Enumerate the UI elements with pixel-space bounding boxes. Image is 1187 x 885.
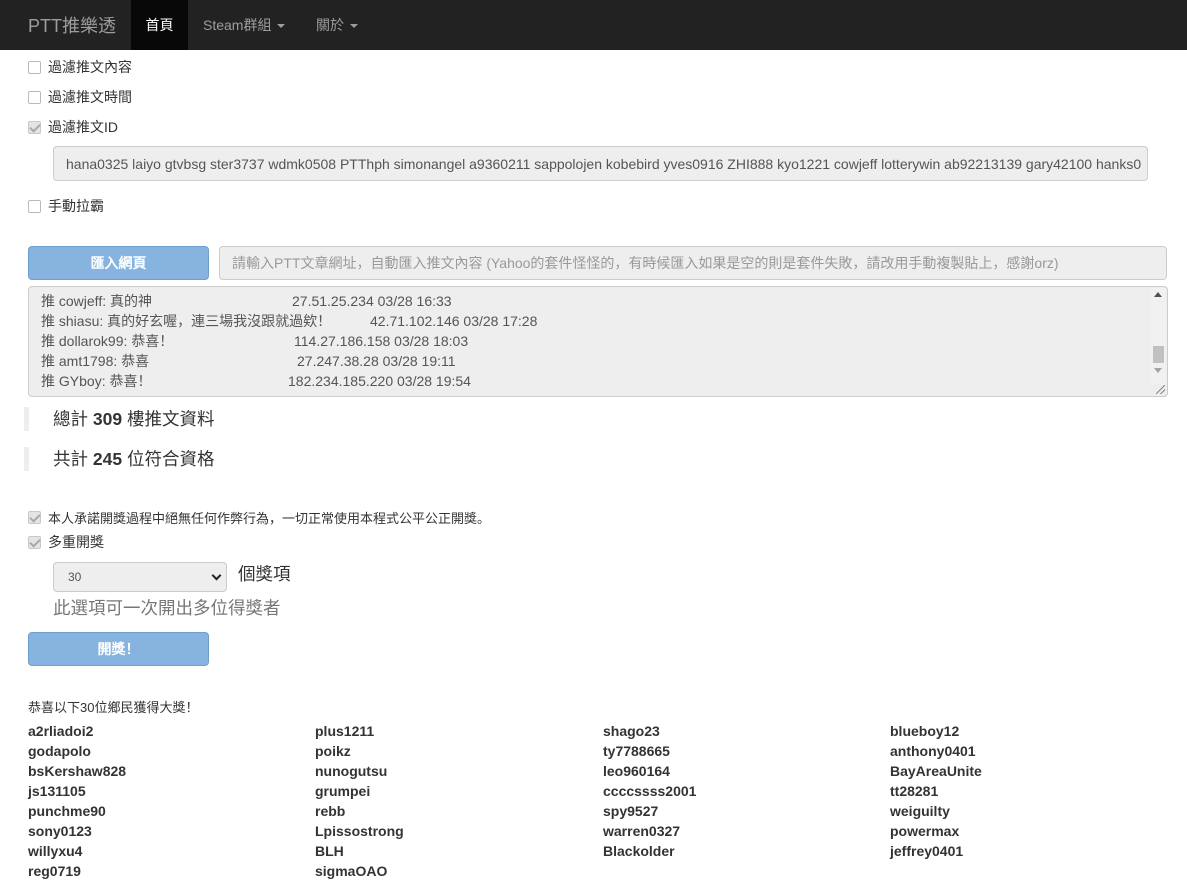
winner-item: plus1211 xyxy=(315,723,375,739)
filter-content-option[interactable]: 過濾推文內容 xyxy=(28,57,132,77)
qualified-suffix: 位符合資格 xyxy=(126,449,215,469)
filter-time-checkbox[interactable] xyxy=(28,90,41,104)
total-prefix: 總計 xyxy=(53,409,88,429)
winner-item: nunogutsu xyxy=(315,763,388,779)
filter-time-label: 過濾推文時間 xyxy=(48,89,132,105)
winner-item: BLH xyxy=(315,843,344,859)
winner-item: warren0327 xyxy=(603,823,681,839)
brand-logo[interactable]: PTT推樂透 xyxy=(28,12,116,38)
winner-item: bsKershaw828 xyxy=(28,763,127,779)
push-text: 推 GYboy: 恭喜！ xyxy=(41,373,152,389)
winner-item: blueboy12 xyxy=(890,723,960,739)
nav-steam-group-label: Steam群組 xyxy=(203,17,272,33)
multi-draw-hint: 此選項可一次開出多位得獎者 xyxy=(53,598,281,618)
push-ip: 27.51.25.234 03/28 16:33 xyxy=(292,293,452,309)
navbar: PTT推樂透 首頁 Steam群組 關於 xyxy=(0,0,1187,50)
congrats-message: 恭喜以下30位鄉民獲得大獎！ xyxy=(28,700,199,715)
filter-content-label: 過濾推文內容 xyxy=(48,59,132,75)
draw-button[interactable]: 開獎！ xyxy=(28,632,209,666)
pledge-option[interactable]: 本人承諾開獎過程中絕無任何作弊行為，一切正常使用本程式公平公正開獎。 xyxy=(28,507,490,527)
total-push-stat: 總計 309 樓推文資料 xyxy=(24,407,214,431)
nav-steam-group[interactable]: Steam群組 xyxy=(203,0,286,50)
filter-id-label: 過濾推文ID xyxy=(48,119,118,135)
winner-item: BayAreaUnite xyxy=(890,763,982,779)
total-count: 309 xyxy=(92,409,123,429)
winner-item: a2rliadoi2 xyxy=(28,723,94,739)
winner-item: leo960164 xyxy=(603,763,670,779)
nav-about-label: 關於 xyxy=(316,17,344,33)
scroll-down-icon[interactable] xyxy=(1154,368,1162,373)
textarea-scrollbar[interactable] xyxy=(1150,288,1166,384)
nav-about[interactable]: 關於 xyxy=(316,0,358,50)
list-item: 推 GYboy: 恭喜！ 182.234.185.220 03/28 19:54 xyxy=(41,371,471,391)
import-page-button[interactable]: 匯入網頁 xyxy=(28,246,209,280)
prize-count-select[interactable]: 30 xyxy=(53,562,227,592)
winner-item: spy9527 xyxy=(603,803,659,819)
filter-id-option[interactable]: 過濾推文ID xyxy=(28,117,118,137)
ptt-url-input[interactable]: 請輸入PTT文章網址，自動匯入推文內容 (Yahoo的套件怪怪的，有時候匯入如果… xyxy=(219,246,1167,280)
winner-item: powermax xyxy=(890,823,960,839)
push-content-textarea[interactable]: 推 cowjeff: 真的神 27.51.25.234 03/28 16:33 … xyxy=(28,286,1168,397)
winner-item: jeffrey0401 xyxy=(890,843,964,859)
scroll-up-icon[interactable] xyxy=(1154,292,1162,297)
manual-slot-label: 手動拉霸 xyxy=(48,198,104,214)
winner-item: grumpei xyxy=(315,783,371,799)
winner-item: willyxu4 xyxy=(28,843,83,859)
pledge-checkbox[interactable] xyxy=(28,510,41,524)
push-ip: 182.234.185.220 03/28 19:54 xyxy=(288,373,471,389)
winner-item: ccccssss2001 xyxy=(603,783,697,799)
prize-unit-label: 個獎項 xyxy=(238,564,291,584)
qualified-count: 245 xyxy=(92,449,123,469)
list-item: 推 dollarok99: 恭喜！ 114.27.186.158 03/28 1… xyxy=(41,331,468,351)
multi-draw-label: 多重開獎 xyxy=(48,534,104,550)
push-ip: 114.27.186.158 03/28 18:03 xyxy=(294,333,469,349)
winner-item: poikz xyxy=(315,743,351,759)
chevron-down-icon xyxy=(277,24,286,29)
list-item: 推 shiasu: 真的好玄喔，連三場我沒跟就過欸！ 42.71.102.146… xyxy=(41,311,537,331)
push-ip: 42.71.102.146 03/28 17:28 xyxy=(370,313,538,329)
winner-item: ty7788665 xyxy=(603,743,670,759)
list-item: 推 cowjeff: 真的神 27.51.25.234 03/28 16:33 xyxy=(41,291,452,311)
prize-count-value: 30 xyxy=(68,570,82,584)
winner-item: Lpissostrong xyxy=(315,823,404,839)
push-ip: 27.247.38.28 03/28 19:11 xyxy=(297,353,456,369)
winner-item: rebb xyxy=(315,803,346,819)
winner-item: punchme90 xyxy=(28,803,106,819)
chevron-down-icon xyxy=(211,570,222,581)
filter-id-input[interactable]: hana0325 laiyo gtvbsg ster3737 wdmk0508 … xyxy=(53,146,1148,181)
winner-item: weiguilty xyxy=(890,803,950,819)
nav-home-label: 首頁 xyxy=(145,17,174,33)
winner-item: js131105 xyxy=(28,783,86,799)
winner-list: a2rliadoi2 plus1211 shago23 blueboy12 godapo… xyxy=(28,721,1178,885)
total-suffix: 樓推文資料 xyxy=(126,409,215,429)
filter-content-checkbox[interactable] xyxy=(28,60,41,74)
multi-draw-option[interactable]: 多重開獎 xyxy=(28,532,104,552)
manual-slot-option[interactable]: 手動拉霸 xyxy=(28,196,104,216)
winner-item: reg0719 xyxy=(28,863,81,879)
winner-item: godapolo xyxy=(28,743,91,759)
push-text: 推 dollarok99: 恭喜！ xyxy=(41,333,174,349)
push-text: 推 shiasu: 真的好玄喔，連三場我沒跟就過欸！ xyxy=(41,313,332,329)
list-item: 推 amt1798: 恭喜 27.247.38.28 03/28 19:11 xyxy=(41,351,456,371)
scroll-thumb[interactable] xyxy=(1153,346,1164,363)
qualified-stat: 共計 245 位符合資格 xyxy=(24,447,214,471)
resize-handle-icon[interactable] xyxy=(1156,385,1165,394)
push-text: 推 cowjeff: 真的神 xyxy=(41,293,152,309)
chevron-down-icon xyxy=(350,24,358,29)
winner-item: anthony0401 xyxy=(890,743,976,759)
filter-time-option[interactable]: 過濾推文時間 xyxy=(28,87,132,107)
nav-home[interactable]: 首頁 xyxy=(131,0,188,50)
winner-item: Blackolder xyxy=(603,843,675,859)
multi-draw-checkbox[interactable] xyxy=(28,535,41,549)
winner-item: sigmaOAO xyxy=(315,863,388,879)
push-text: 推 amt1798: 恭喜 xyxy=(41,353,150,369)
winner-item: shago23 xyxy=(603,723,660,739)
qualified-prefix: 共計 xyxy=(53,449,88,469)
filter-id-checkbox[interactable] xyxy=(28,120,41,134)
winner-item: sony0123 xyxy=(28,823,92,839)
pledge-label: 本人承諾開獎過程中絕無任何作弊行為，一切正常使用本程式公平公正開獎。 xyxy=(48,510,491,526)
manual-slot-checkbox[interactable] xyxy=(28,199,41,213)
winner-item: tt28281 xyxy=(890,783,939,799)
